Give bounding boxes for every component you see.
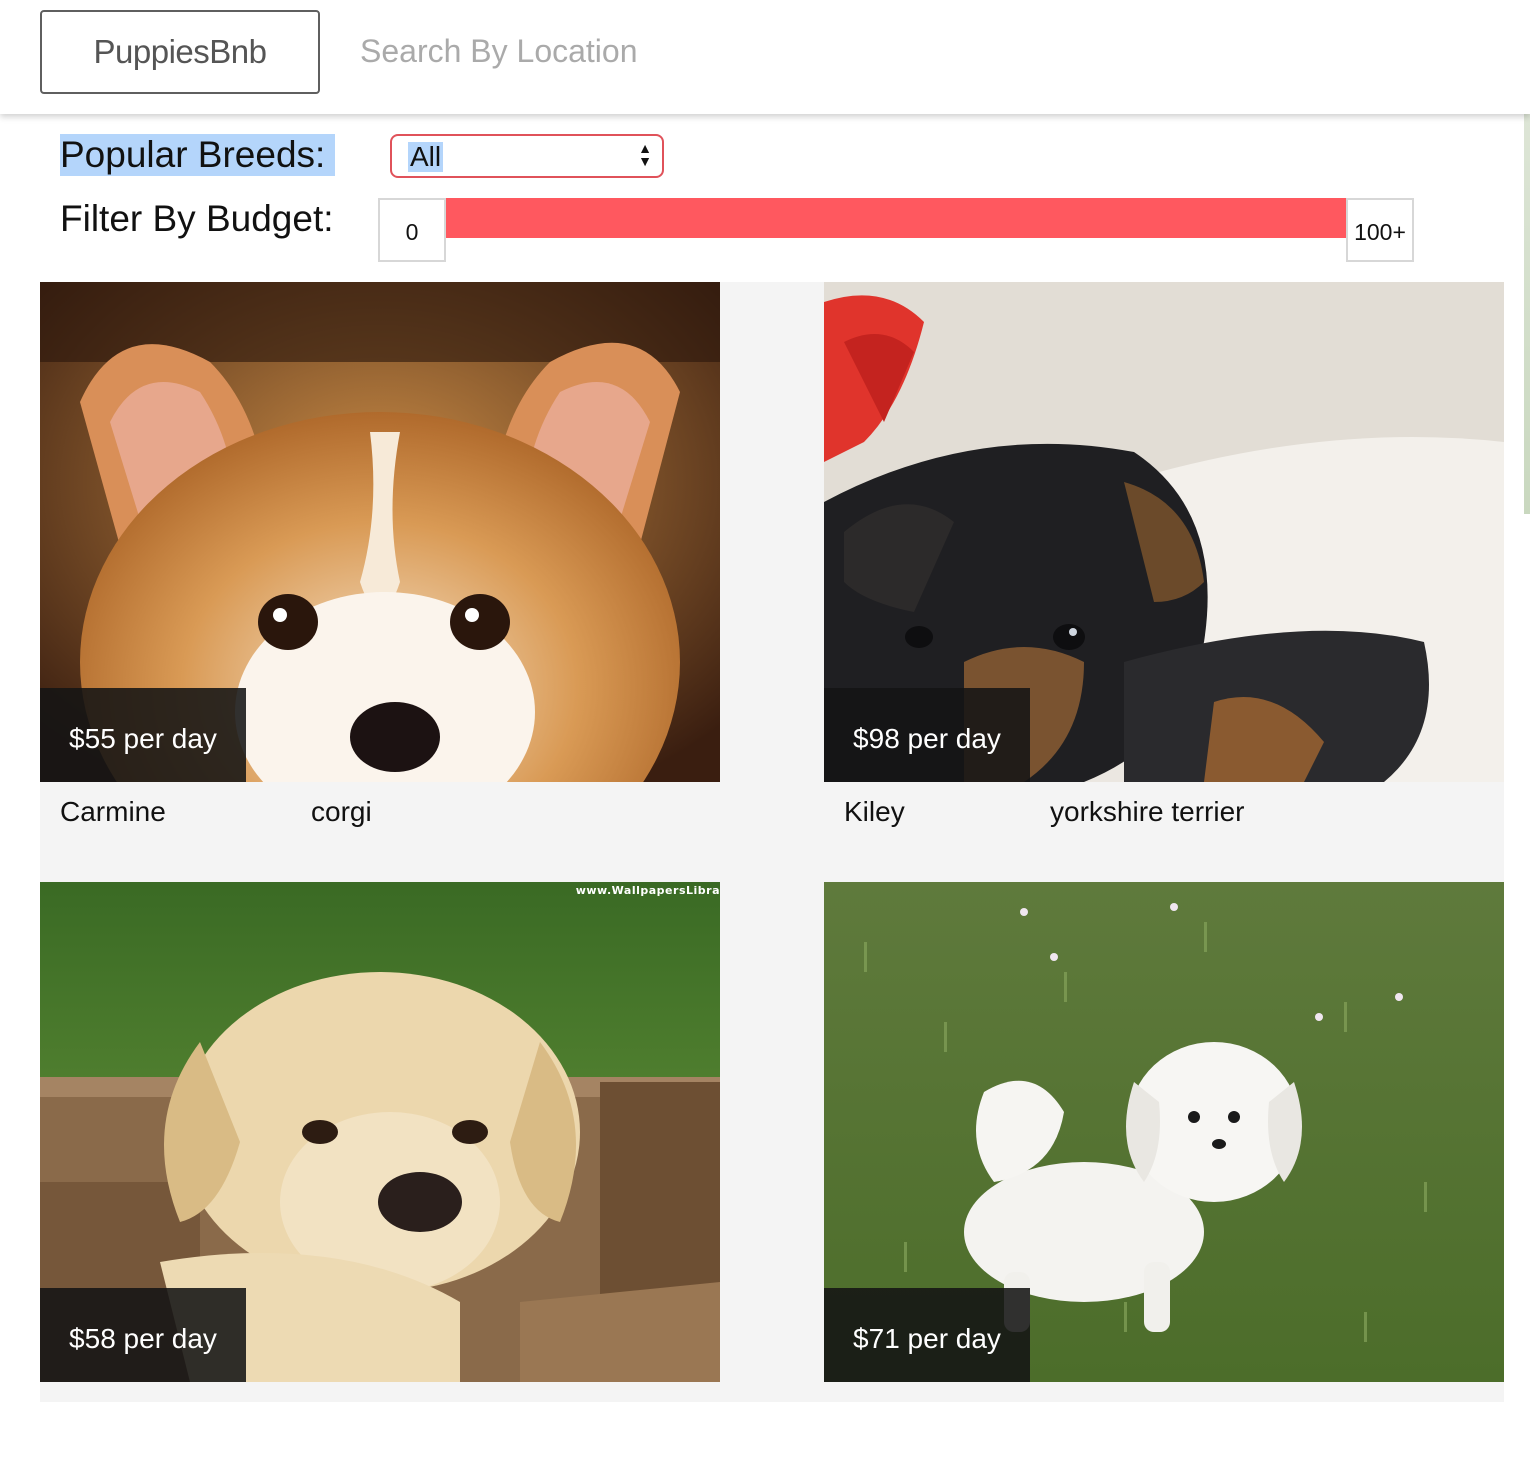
puppy-breed: yorkshire terrier (1050, 796, 1245, 827)
budget-slider-fill (446, 198, 1346, 238)
labrador-puppy-photo: www.WallpapersLibra $58 per day (40, 882, 720, 1382)
budget-label: Filter By Budget: (60, 198, 334, 239)
select-arrows-icon: ▲ ▼ (638, 140, 652, 169)
listing-grid: $55 per day Carmine corgi $98 per day Ki… (40, 282, 1504, 1402)
breed-select-value: All (408, 141, 444, 172)
listing-card[interactable]: www.WallpapersLibra $58 per day (40, 882, 720, 1482)
puppy-name: Kiley (844, 796, 905, 827)
budget-min-handle[interactable]: 0 (378, 198, 446, 262)
corgi-puppy-photo: $55 per day (40, 282, 720, 782)
price-badge: $55 per day (40, 688, 246, 782)
puppy-breed: corgi (311, 796, 372, 827)
top-nav: PuppiesBnb (0, 0, 1530, 114)
puppy-name: Carmine (60, 796, 166, 827)
price-badge: $71 per day (824, 1288, 1030, 1382)
location-search-input[interactable] (346, 18, 806, 84)
listing-card[interactable]: $55 per day Carmine corgi (40, 282, 720, 882)
maltese-puppy-photo: $71 per day (824, 882, 1504, 1382)
price-badge: $58 per day (40, 1288, 246, 1382)
budget-max-handle[interactable]: 100+ (1346, 198, 1414, 262)
budget-slider-track[interactable] (446, 198, 1346, 238)
yorkie-puppy-photo: $98 per day (824, 282, 1504, 782)
listing-card[interactable]: $71 per day (824, 882, 1504, 1482)
photo-watermark: www.WallpapersLibra (575, 884, 720, 897)
price-badge: $98 per day (824, 688, 1030, 782)
brand-logo-button[interactable]: PuppiesBnb (40, 10, 320, 94)
listing-card[interactable]: $98 per day Kiley yorkshire terrier (824, 282, 1504, 882)
filter-panel: Popular Breeds: All ▲ ▼ Filter By Budget:… (0, 114, 1530, 282)
breeds-label: Popular Breeds: (60, 134, 336, 176)
breed-select[interactable]: All ▲ ▼ (390, 134, 664, 178)
